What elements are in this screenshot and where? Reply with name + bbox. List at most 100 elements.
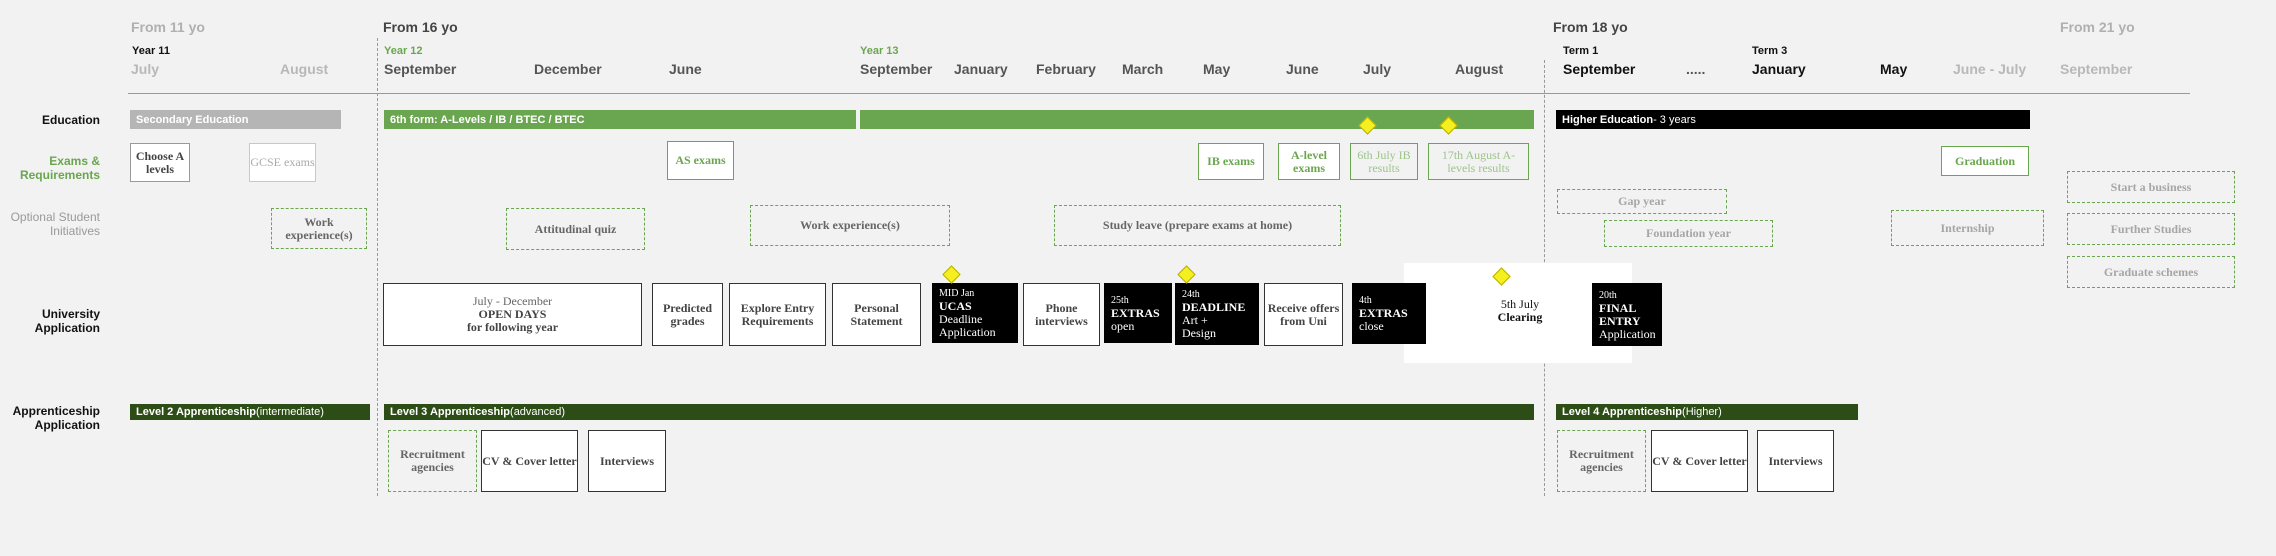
- ib-results-text: 6th July IB results: [1357, 147, 1411, 175]
- a-level-results-box: 17th August A-levels results: [1428, 143, 1529, 180]
- term-1-label: Term 1: [1563, 45, 1599, 57]
- interviews-text-1: Interviews: [600, 453, 654, 468]
- explore-entry-text: Explore Entry Requirements: [740, 300, 815, 328]
- ucas-deadline-box: MID Jan UCAS Deadline Application: [932, 283, 1018, 343]
- row-label-apprenticeship: Apprenticeship Application: [12, 404, 100, 432]
- month-september-y13: September: [860, 61, 933, 77]
- extras-open-sub: open: [1111, 318, 1135, 333]
- ib-exams-text: IB exams: [1207, 154, 1255, 168]
- month-september-y12: September: [384, 61, 457, 77]
- further-studies-box: Further Studies: [2067, 213, 2235, 245]
- month-june-y13: June: [1286, 61, 1319, 77]
- month-march: March: [1122, 61, 1164, 77]
- explore-entry-box: Explore Entry Requirements: [729, 283, 826, 346]
- recruitment-agencies-text-1: Recruitment agencies: [400, 447, 465, 474]
- extras-open-box: 25th EXTRAS open: [1104, 283, 1172, 343]
- year-12-label: Year 12: [384, 45, 423, 57]
- level-4-apprenticeship-bar: Level 4 Apprenticeship (Higher): [1556, 404, 1858, 420]
- clearing-label: 5th July Clearing: [1470, 294, 1570, 328]
- gcse-exams-box: GCSE exams: [249, 143, 316, 182]
- phase-from-11: From 11 yo: [131, 19, 205, 35]
- level-2-label: Level 2 Apprenticeship: [136, 406, 257, 418]
- term-3-label: Term 3: [1752, 45, 1788, 57]
- clearing-title: Clearing: [1497, 310, 1543, 324]
- work-experience-text-2: Work experience(s): [800, 218, 900, 232]
- higher-education-label: Higher Education: [1562, 113, 1654, 126]
- choose-a-levels-text: Choose A levels: [135, 148, 185, 176]
- start-business-text: Start a business: [2110, 179, 2192, 194]
- ucas-line2: Application: [939, 325, 996, 339]
- deadline-diamond: [1177, 265, 1196, 284]
- interviews-box-2: Interviews: [1757, 430, 1834, 492]
- level-2-apprenticeship-bar: Level 2 Apprenticeship (intermediate): [130, 404, 370, 420]
- month-may-term3: May: [1880, 61, 1908, 77]
- sixth-form-bar-year13: [860, 110, 1534, 129]
- further-studies-text: Further Studies: [2110, 221, 2192, 236]
- internship-box: Internship: [1891, 210, 2044, 246]
- work-experience-text-1: Work experience(s): [285, 214, 353, 242]
- month-september-term1: September: [1563, 61, 1636, 77]
- personal-statement-box: Personal Statement: [832, 283, 921, 346]
- phase-from-16: From 16 yo: [383, 19, 458, 35]
- month-september-21: September: [2060, 61, 2133, 77]
- higher-education-bar: Higher Education - 3 years: [1556, 110, 2030, 129]
- recruitment-agencies-box-2: Recruitment agencies: [1557, 430, 1646, 492]
- art-design-deadline-box: 24th DEADLINE Art + Design: [1175, 283, 1259, 345]
- personal-statement-text: Personal Statement: [850, 300, 903, 328]
- sixth-form-label: 6th form: A-Levels / IB / BTEC / BTEC: [390, 113, 585, 126]
- month-december: December: [534, 61, 602, 77]
- secondary-education-bar: Secondary Education: [130, 110, 341, 129]
- start-business-box: Start a business: [2067, 171, 2235, 203]
- phone-interviews-text: Phone interviews: [1035, 300, 1088, 328]
- year-11-label: Year 11: [132, 45, 170, 57]
- level-3-apprenticeship-bar: Level 3 Apprenticeship (advanced): [384, 404, 1534, 420]
- phase-from-21: From 21 yo: [2060, 19, 2135, 35]
- open-days-sub: for following year: [466, 320, 559, 334]
- level-2-suffix: (intermediate): [256, 406, 324, 418]
- row-label-optional: Optional Student Initiatives: [10, 210, 100, 238]
- row-label-exams: Exams & Requirements: [19, 154, 100, 182]
- deadline-line2: Design: [1182, 326, 1216, 340]
- recruitment-agencies-box-1: Recruitment agencies: [388, 430, 477, 492]
- receive-offers-text: Receive offers from Uni: [1267, 300, 1340, 328]
- gcse-exams-text: GCSE exams: [250, 155, 315, 169]
- level-4-suffix: (Higher): [1682, 406, 1722, 418]
- graduate-schemes-text: Graduate schemes: [2103, 264, 2199, 279]
- study-leave-text: Study leave (prepare exams at home): [1102, 218, 1293, 232]
- attitudinal-quiz-box: Attitudinal quiz: [506, 208, 645, 250]
- open-days-box: July - December OPEN DAYS for following …: [383, 283, 642, 346]
- sixth-form-bar: 6th form: A-Levels / IB / BTEC / BTEC: [384, 110, 856, 129]
- attitudinal-quiz-text: Attitudinal quiz: [534, 221, 617, 236]
- cv-cover-letter-box-2: CV & Cover letter: [1651, 430, 1748, 492]
- level-3-label: Level 3 Apprenticeship: [390, 406, 511, 418]
- higher-education-duration: - 3 years: [1653, 113, 1696, 126]
- final-entry-date: 20th: [1599, 289, 1617, 301]
- ib-results-box: 6th July IB results: [1350, 143, 1418, 180]
- graduation-box: Graduation: [1941, 146, 2029, 176]
- interviews-text-2: Interviews: [1768, 453, 1823, 468]
- predicted-grades-box: Predicted grades: [652, 283, 723, 346]
- month-june-y12: June: [669, 61, 702, 77]
- row-label-university: University Application: [34, 307, 100, 335]
- cv-cover-letter-text-2: CV & Cover letter: [1652, 453, 1747, 468]
- divider-16: [377, 38, 378, 496]
- month-ellipsis: .....: [1686, 61, 1706, 77]
- interviews-box-1: Interviews: [588, 430, 666, 492]
- work-experience-box-2: Work experience(s): [750, 205, 950, 246]
- ucas-diamond: [942, 265, 961, 284]
- receive-offers-box: Receive offers from Uni: [1264, 283, 1343, 346]
- level-4-label: Level 4 Apprenticeship: [1562, 406, 1683, 418]
- month-january-term3: January: [1752, 61, 1806, 77]
- gap-year-box: Gap year: [1557, 189, 1727, 214]
- final-entry-box: 20th FINAL ENTRY Application: [1592, 283, 1662, 346]
- ib-exams-box: IB exams: [1198, 143, 1264, 180]
- phone-interviews-box: Phone interviews: [1023, 283, 1100, 346]
- graduation-text: Graduation: [1954, 153, 2015, 168]
- month-july-y11: July: [131, 61, 160, 77]
- final-entry-sub: Application: [1599, 326, 1656, 341]
- extras-open-date: 25th: [1111, 294, 1129, 306]
- work-experience-box-1: Work experience(s): [271, 208, 367, 249]
- month-august-y13: August: [1455, 61, 1504, 77]
- a-level-exams-text: A-level exams: [1291, 147, 1327, 175]
- level-3-suffix: (advanced): [510, 406, 566, 418]
